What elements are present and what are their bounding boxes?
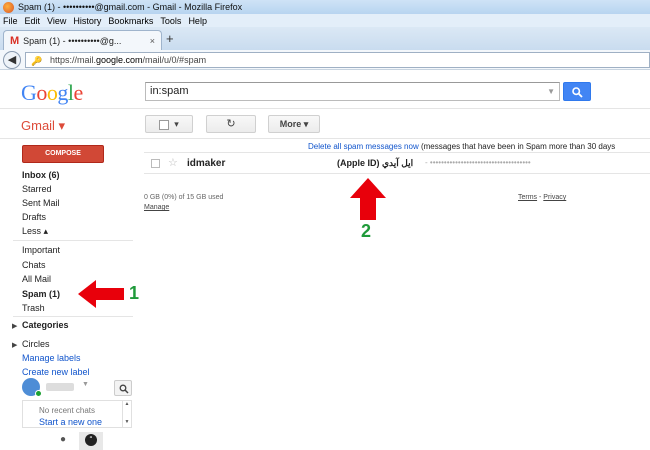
site-identity-icon[interactable]: 🔑 <box>31 54 42 68</box>
browser-tab[interactable]: M Spam (1) - ••••••••••@g... × <box>3 30 162 50</box>
sidebar-item-trash[interactable]: Trash <box>22 303 45 313</box>
chat-search-button[interactable] <box>114 380 132 396</box>
search-input[interactable]: in:spam ▼ <box>145 82 560 101</box>
navigation-bar: ◀ 🔑 https://mail.google.com/mail/u/0/#sp… <box>0 50 650 70</box>
hangouts-tab[interactable]: “ <box>79 432 103 450</box>
sidebar-item-spam[interactable]: Spam (1) <box>22 289 60 299</box>
toolbar-divider <box>0 138 650 139</box>
chevron-down-icon: ▾ <box>174 119 179 129</box>
sidebar-item-inbox[interactable]: Inbox (6) <box>22 170 60 180</box>
window-titlebar: Spam (1) - ••••••••••@gmail.com - Gmail … <box>0 0 650 14</box>
tab-strip: M Spam (1) - ••••••••••@g... × + <box>0 27 650 50</box>
header-divider <box>0 108 650 109</box>
annotation-label-2: 2 <box>361 221 372 241</box>
checkbox-icon <box>159 119 170 130</box>
google-logo-letter: g <box>57 80 68 105</box>
spam-banner-text: (messages that have been in Spam more th… <box>418 142 616 151</box>
menu-history[interactable]: History <box>73 16 101 26</box>
compose-button[interactable]: COMPOSE <box>22 145 104 163</box>
firefox-icon <box>3 1 14 13</box>
annotation-label-1: 1 <box>129 283 140 303</box>
menu-bar: File Edit View History Bookmarks Tools H… <box>0 14 650 27</box>
google-logo[interactable]: Google <box>21 80 83 106</box>
manage-labels-link[interactable]: Manage labels <box>22 353 81 363</box>
url-prefix: https://mail. <box>50 55 97 65</box>
sidebar-divider <box>13 316 133 317</box>
chat-username-redacted <box>46 383 74 391</box>
chevron-down-icon[interactable]: ▼ <box>82 381 89 388</box>
delete-all-spam-link[interactable]: Delete all spam messages now <box>308 142 419 151</box>
url-host: google.com <box>96 55 143 65</box>
chat-tabs: ● “ <box>52 432 108 450</box>
spam-banner: Delete all spam messages now (messages t… <box>308 142 615 151</box>
chat-list: No recent chats Start a new one ▲ ▼ <box>22 400 132 428</box>
gmail-favicon-icon: M <box>10 34 20 47</box>
storage-usage: 0 GB (0%) of 15 GB used <box>144 194 224 201</box>
url-bar[interactable]: 🔑 https://mail.google.com/mail/u/0/#spam <box>25 52 650 68</box>
sidebar-divider <box>13 240 133 241</box>
arrow-1-shape <box>78 280 124 308</box>
expand-categories-icon[interactable]: ▶ <box>12 322 17 330</box>
search-value: in:spam <box>150 85 189 97</box>
message-snippet: - •••••••••••••••••••••••••••••••••••• <box>425 158 531 167</box>
menu-view[interactable]: View <box>47 16 66 26</box>
expand-circles-icon[interactable]: ▶ <box>12 341 17 349</box>
window-title: Spam (1) - ••••••••••@gmail.com - Gmail … <box>18 2 243 12</box>
privacy-link[interactable]: Privacy <box>543 194 566 201</box>
annotation-arrow-1 <box>78 280 124 308</box>
sidebar-item-less[interactable]: Less ▴ <box>22 226 48 237</box>
sidebar-item-drafts[interactable]: Drafts <box>22 212 46 222</box>
search-icon <box>572 87 583 98</box>
google-logo-letter: e <box>73 80 84 105</box>
select-checkbox-button[interactable]: ▾ <box>145 115 193 133</box>
create-label-link[interactable]: Create new label <box>22 367 90 377</box>
menu-edit[interactable]: Edit <box>25 16 41 26</box>
search-options-icon[interactable]: ▼ <box>547 83 555 100</box>
back-button[interactable]: ◀ <box>3 51 21 69</box>
row-checkbox[interactable] <box>151 159 160 168</box>
menu-bookmarks[interactable]: Bookmarks <box>108 16 153 26</box>
menu-tools[interactable]: Tools <box>160 16 181 26</box>
google-logo-letter: G <box>21 80 37 105</box>
no-recent-chats-text: No recent chats <box>39 406 96 415</box>
message-sender: idmaker <box>187 158 226 169</box>
manage-storage-link[interactable]: Manage <box>144 204 169 211</box>
start-new-chat-link[interactable]: Start a new one <box>39 417 102 427</box>
search-icon <box>119 384 129 394</box>
arrow-2-shape <box>350 178 386 220</box>
search-button[interactable] <box>563 82 591 101</box>
tab-title: Spam (1) - ••••••••••@g... <box>23 35 122 46</box>
message-subject: (Apple ID) ايل آيدي <box>337 158 414 168</box>
annotation-arrow-2 <box>350 178 386 220</box>
new-tab-button[interactable]: + <box>166 31 174 46</box>
sidebar-item-circles[interactable]: Circles <box>22 339 50 349</box>
terms-link[interactable]: Terms <box>518 194 537 201</box>
sidebar-item-sent[interactable]: Sent Mail <box>22 198 60 208</box>
url-path: /mail/u/0/#spam <box>142 55 207 65</box>
sidebar-item-categories[interactable]: Categories <box>22 320 69 330</box>
menu-file[interactable]: File <box>3 16 18 26</box>
chat-scrollbar[interactable]: ▲ ▼ <box>122 401 131 427</box>
refresh-button[interactable]: ↻ <box>206 115 256 133</box>
more-button[interactable]: More ▾ <box>268 115 320 133</box>
sidebar-item-starred[interactable]: Starred <box>22 184 52 194</box>
google-logo-letter: o <box>46 80 58 105</box>
menu-help[interactable]: Help <box>188 16 207 26</box>
online-status-icon <box>35 390 42 397</box>
gmail-app-menu[interactable]: Gmail ▾ <box>21 118 65 134</box>
star-icon[interactable]: ☆ <box>168 156 178 169</box>
tab-close-icon[interactable]: × <box>150 36 155 46</box>
sidebar-item-important[interactable]: Important <box>22 245 60 255</box>
table-row[interactable]: ☆ idmaker (Apple ID) ايل آيدي - ••••••••… <box>144 152 650 174</box>
google-logo-letter: o <box>36 80 47 105</box>
hangouts-icon: “ <box>85 434 97 446</box>
sidebar-item-chats[interactable]: Chats <box>22 260 46 270</box>
person-icon[interactable]: ● <box>60 434 66 445</box>
footer-links: Terms - Privacy <box>518 194 566 201</box>
sidebar-item-all-mail[interactable]: All Mail <box>22 274 51 284</box>
